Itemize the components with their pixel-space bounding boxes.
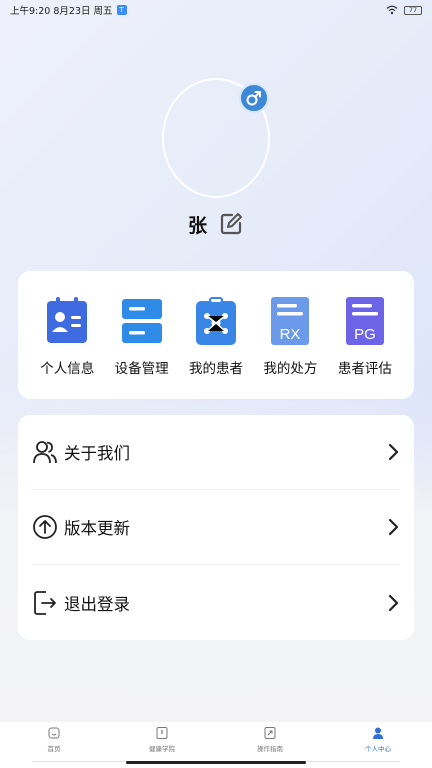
func-my-patients[interactable]: 我的患者 [179,295,253,399]
svg-text:PG: PG [354,326,376,343]
users-icon [33,441,57,464]
func-patient-assessment[interactable]: PG 患者评估 [328,295,402,399]
svg-text:RX: RX [280,326,301,343]
func-label: 设备管理 [114,361,169,377]
home-icon [48,727,60,739]
logout-icon [34,590,56,615]
menu-card: 关于我们 版本更新 退出登录 [18,415,414,640]
nav-label: 个人中心 [365,745,391,753]
func-label: 患者评估 [337,361,392,377]
nav-label: 首页 [47,745,61,753]
battery-icon: 77 [404,5,422,15]
nav-label: 操作指南 [257,745,283,753]
func-device-manage[interactable]: 设备管理 [104,295,178,399]
user-name: 张 [188,215,208,237]
home-indicator [126,761,306,764]
menu-logout[interactable]: 退出登录 [32,565,400,640]
assessment-pg-icon: PG [345,297,384,345]
upload-arrow-icon [33,515,57,539]
device-manage-icon [121,299,162,343]
id-card-icon [47,297,88,343]
function-card: 个人信息 设备管理 我的患者 RX 我的处方 PG 患者评估 [18,271,414,399]
func-personal-info[interactable]: 个人信息 [30,295,104,399]
menu-label: 关于我们 [64,444,130,463]
person-icon [373,727,383,739]
status-right: 77 [386,5,422,15]
book-icon [156,727,168,739]
func-label: 我的处方 [263,361,318,377]
male-gender-icon [239,83,269,113]
status-left: 上午9:20 8月23日 周五 T [10,3,127,17]
chevron-right-icon [388,594,399,611]
prescription-rx-icon: RX [271,297,310,345]
menu-about-us[interactable]: 关于我们 [32,415,400,490]
menu-version-update[interactable]: 版本更新 [32,490,400,565]
notification-badge-icon: T [116,5,127,15]
wifi-icon [386,5,398,15]
chevron-right-icon [388,443,399,461]
guide-icon [264,727,276,739]
func-label: 我的患者 [189,361,244,377]
chevron-right-icon [388,518,399,536]
patients-clipboard-icon [196,297,237,345]
nav-label: 健康学院 [149,745,175,753]
func-my-prescriptions[interactable]: RX 我的处方 [253,295,327,399]
menu-label: 版本更新 [64,519,130,538]
menu-label: 退出登录 [64,594,130,614]
func-label: 个人信息 [40,361,95,377]
status-bar: 上午9:20 8月23日 周五 T 77 [0,0,432,20]
status-time-date: 上午9:20 8月23日 周五 [10,6,113,17]
edit-icon[interactable] [219,212,243,236]
